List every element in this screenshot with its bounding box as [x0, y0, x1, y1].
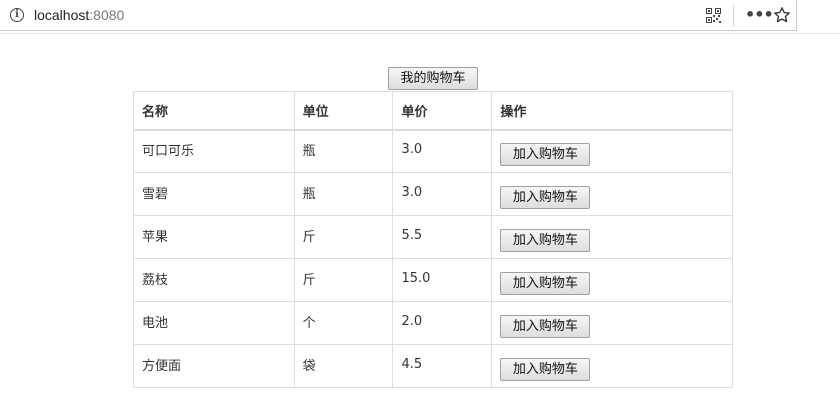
add-to-cart-button[interactable]: 加入购物车: [500, 228, 591, 252]
info-icon[interactable]: i: [10, 8, 24, 22]
table-row: 雪碧 瓶 3.0 加入购物车: [133, 172, 733, 216]
header-name: 名称: [133, 91, 295, 131]
table-header-row: 名称 单位 单价 操作: [133, 91, 733, 131]
cell-name: 电池: [133, 301, 295, 345]
cell-action: 加入购物车: [491, 129, 733, 173]
cell-unit: 瓶: [293, 172, 394, 216]
cell-name: 雪碧: [133, 172, 295, 216]
star-icon[interactable]: [773, 6, 791, 24]
toolbar-separator: [733, 5, 734, 26]
cell-price: 4.5: [392, 344, 493, 388]
cell-price: 3.0: [392, 172, 493, 216]
cell-unit: 袋: [293, 344, 394, 388]
cell-unit: 斤: [293, 215, 394, 259]
toolbar-divider: [0, 33, 840, 34]
more-options-icon[interactable]: •••: [745, 5, 774, 24]
goods-table: 名称 单位 单价 操作 可口可乐 瓶 3.0 加入购物车 雪碧 瓶 3.0 加入…: [133, 91, 733, 388]
cell-price: 3.0: [392, 129, 493, 173]
table-row: 方便面 袋 4.5 加入购物车: [133, 344, 733, 388]
cell-unit: 个: [293, 301, 394, 345]
cell-action: 加入购物车: [491, 301, 733, 345]
qr-code-icon[interactable]: [706, 8, 721, 23]
cell-action: 加入购物车: [491, 172, 733, 216]
cell-action: 加入购物车: [491, 258, 733, 302]
url-host: localhost: [34, 7, 90, 23]
cell-unit: 瓶: [293, 129, 394, 173]
header-action: 操作: [491, 91, 733, 131]
header-price: 单价: [392, 91, 493, 131]
add-to-cart-button[interactable]: 加入购物车: [500, 271, 591, 295]
cell-price: 2.0: [392, 301, 493, 345]
cell-unit: 斤: [293, 258, 394, 302]
address-bar[interactable]: i localhost:8080 •••: [0, 0, 797, 31]
add-to-cart-button[interactable]: 加入购物车: [500, 357, 591, 381]
cell-price: 15.0: [392, 258, 493, 302]
cell-name: 方便面: [133, 344, 295, 388]
cell-price: 5.5: [392, 215, 493, 259]
table-row: 苹果 斤 5.5 加入购物车: [133, 215, 733, 259]
cell-name: 可口可乐: [133, 129, 295, 173]
header-unit: 单位: [293, 91, 394, 131]
cell-name: 苹果: [133, 215, 295, 259]
cell-action: 加入购物车: [491, 344, 733, 388]
cell-action: 加入购物车: [491, 215, 733, 259]
table-row: 电池 个 2.0 加入购物车: [133, 301, 733, 345]
url-field[interactable]: localhost:8080: [34, 7, 124, 23]
add-to-cart-button[interactable]: 加入购物车: [500, 142, 591, 166]
cell-name: 荔枝: [133, 258, 295, 302]
add-to-cart-button[interactable]: 加入购物车: [500, 314, 591, 338]
my-cart-button[interactable]: 我的购物车: [388, 67, 478, 90]
table-row: 荔枝 斤 15.0 加入购物车: [133, 258, 733, 302]
add-to-cart-button[interactable]: 加入购物车: [500, 185, 591, 209]
table-row: 可口可乐 瓶 3.0 加入购物车: [133, 129, 733, 173]
url-port: :8080: [89, 7, 125, 23]
